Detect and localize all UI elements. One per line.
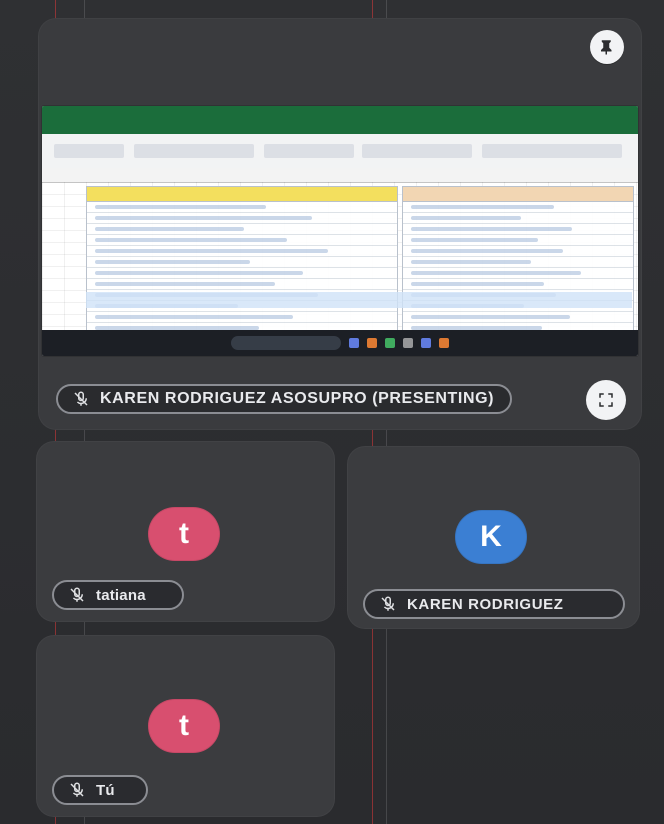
excel-titlebar [42,106,638,134]
avatar-initial: t [179,709,189,742]
table-left-header [87,187,397,202]
avatar: t [148,699,220,753]
main-participant-label: KAREN RODRIGUEZ ASOSUPRO (presenting) [56,384,512,414]
participant-tile-you[interactable]: t Tú [36,635,335,817]
table-left [86,186,398,338]
participant-label: KAREN RODRIGUEZ [363,589,625,619]
taskbar-icon [403,338,413,348]
participant-label: tatiana [52,580,184,610]
pin-button[interactable] [590,30,624,64]
fullscreen-button[interactable] [586,380,626,420]
taskbar-icon [439,338,449,348]
taskbar-icon [385,338,395,348]
participant-name: KAREN RODRIGUEZ [407,595,564,613]
participant-tile-karen-rodriguez[interactable]: K KAREN RODRIGUEZ [347,446,640,629]
participant-name: tatiana [96,586,146,604]
taskbar-icon [367,338,377,348]
taskbar-icon [349,338,359,348]
table-right [402,186,634,338]
meeting-grid: KAREN RODRIGUEZ ASOSUPRO (presenting) t [0,0,664,824]
windows-taskbar [42,330,638,356]
avatar-initial: t [179,517,189,550]
mic-off-icon [72,390,90,408]
column-headers [42,168,638,183]
mic-off-icon [68,781,86,799]
highlight-row [86,292,632,308]
main-video-tile[interactable]: KAREN RODRIGUEZ ASOSUPRO (presenting) [38,18,642,430]
shared-screen [42,106,638,356]
participant-label: Tú [52,775,148,805]
avatar: K [455,510,527,564]
table-right-header [403,187,633,202]
participant-tile-tatiana[interactable]: t tatiana [36,441,335,622]
taskbar-search [231,336,341,350]
avatar: t [148,507,220,561]
pin-icon [601,40,612,55]
fullscreen-icon [599,393,613,407]
spreadsheet [42,168,638,338]
mic-off-icon [379,595,397,613]
mic-off-icon [68,586,86,604]
avatar-initial: K [480,520,502,553]
excel-ribbon [42,134,638,169]
taskbar-icon [421,338,431,348]
main-participant-name: KAREN RODRIGUEZ ASOSUPRO (presenting) [100,390,495,407]
participant-name: Tú [96,781,115,799]
